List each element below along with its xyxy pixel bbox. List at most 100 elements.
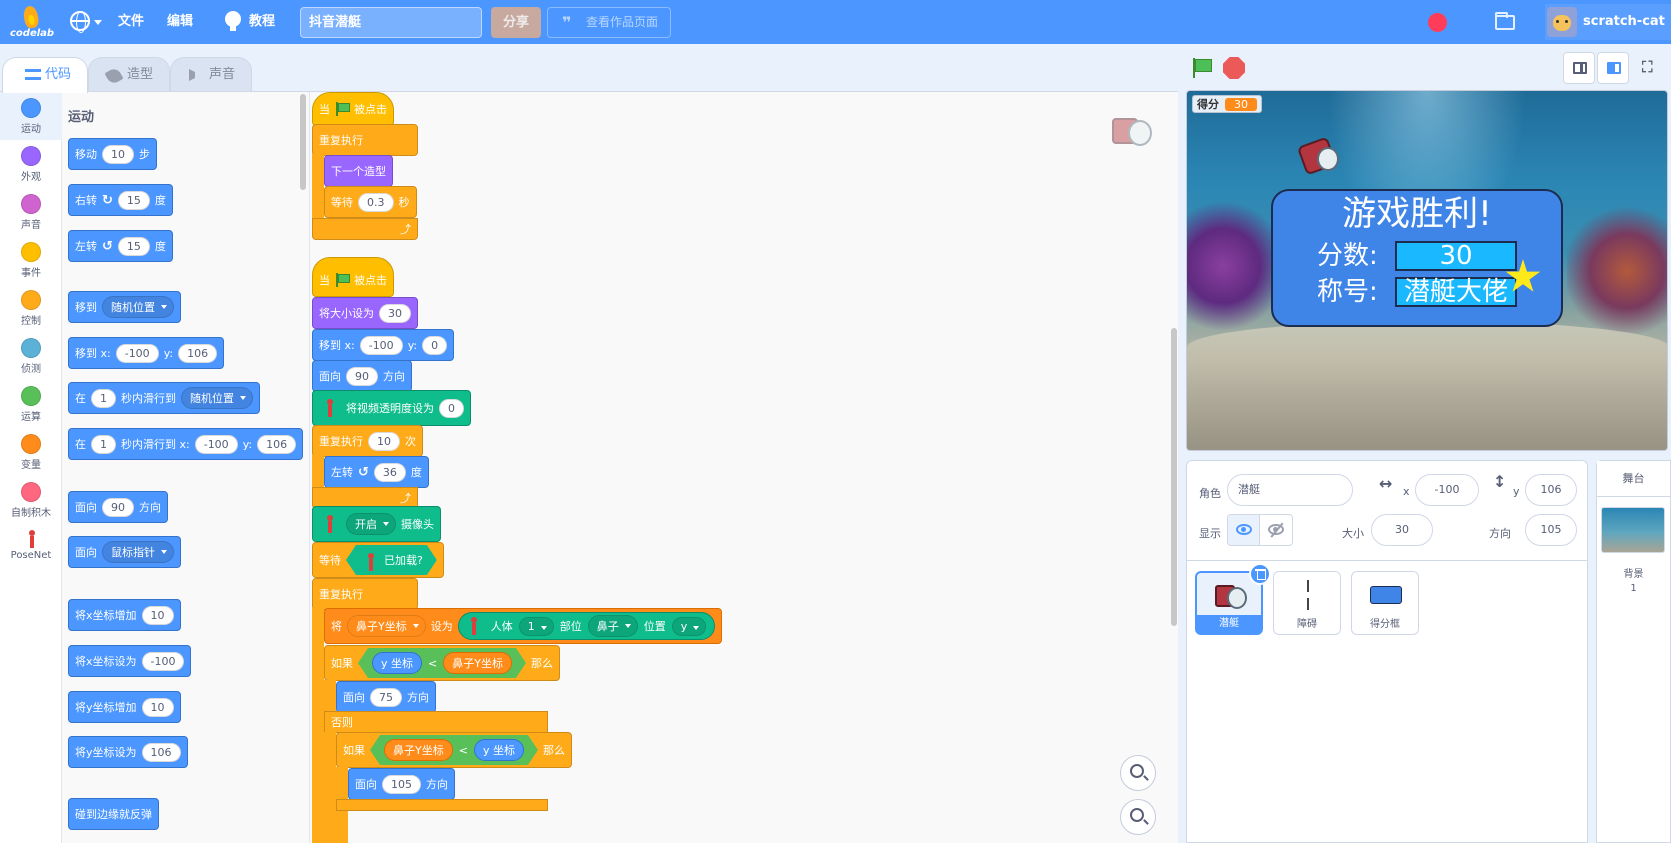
category-control[interactable]: 控制 — [0, 284, 62, 332]
variable-dropdown[interactable]: 鼻子Y坐标 — [347, 615, 426, 637]
y-position-reporter[interactable]: y 坐标 — [372, 652, 422, 674]
menu-tutorial[interactable]: 教程 — [249, 0, 275, 44]
sprite-name-input[interactable]: 潜艇 — [1227, 474, 1353, 506]
category-sound[interactable]: 声音 — [0, 188, 62, 236]
block-set-y[interactable]: 将y坐标设为 106 — [68, 736, 188, 768]
block-input[interactable]: 10 — [141, 697, 174, 717]
block-goto-xy[interactable]: 移到 x: -100 y: 106 — [68, 337, 225, 369]
block-turn-left[interactable]: 左转 ↺ 15 度 — [68, 230, 173, 262]
block-input[interactable]: 0 — [439, 398, 464, 418]
sprite-tile-obstacle[interactable]: 障碍 — [1273, 571, 1341, 635]
block-dropdown[interactable]: 开启 — [346, 513, 396, 535]
block-dropdown[interactable]: y — [671, 616, 707, 636]
block-forever[interactable]: 重复执行 — [312, 578, 418, 610]
y-position-reporter[interactable]: y 坐标 — [474, 739, 524, 761]
record-icon[interactable] — [1428, 13, 1447, 32]
block-input[interactable]: 106 — [257, 434, 297, 454]
stage-selector[interactable]: 舞台 背景 1 — [1596, 460, 1671, 843]
large-stage-button[interactable] — [1597, 52, 1629, 84]
block-when-flag-clicked[interactable]: 当 被点击 — [312, 92, 394, 126]
block-input[interactable]: 1 — [91, 434, 116, 454]
block-input[interactable]: 105 — [382, 774, 421, 794]
block-turn-camera[interactable]: 开启 摄像头 — [312, 506, 441, 542]
block-input[interactable]: 106 — [141, 742, 181, 762]
block-next-costume[interactable]: 下一个造型 — [324, 155, 393, 187]
less-than-operator[interactable]: y 坐标 < 鼻子Y坐标 — [358, 648, 526, 678]
block-dropdown[interactable]: 随机位置 — [102, 296, 174, 318]
view-project-page-button[interactable]: ❞ 查看作品页面 — [547, 7, 671, 38]
sprite-tile-submarine[interactable]: 潜艇 — [1195, 563, 1271, 635]
block-input[interactable]: 75 — [370, 687, 402, 707]
variable-reporter[interactable]: 鼻子Y坐标 — [384, 739, 453, 761]
block-input[interactable]: 0.3 — [358, 192, 394, 212]
stop-button[interactable] — [1223, 57, 1245, 79]
tab-code[interactable]: 代码 — [2, 57, 88, 93]
project-title-input[interactable]: 抖音潜艇 — [300, 7, 482, 38]
block-input[interactable]: 30 — [379, 303, 411, 323]
tab-costumes[interactable]: 造型 — [88, 57, 170, 92]
block-set-video-transparency[interactable]: 将视频透明度设为 0 — [312, 390, 471, 426]
script-workspace[interactable]: 当 被点击 重复执行 下一个造型 等待 0.3 秒 ⤴ 当 被点击 将大小设为 … — [310, 92, 1178, 843]
block-forever[interactable]: 重复执行 — [312, 124, 418, 156]
block-input[interactable]: 36 — [373, 462, 406, 482]
block-dropdown[interactable]: 随机位置 — [181, 387, 253, 409]
category-posenet[interactable]: PoseNet — [0, 524, 62, 572]
direction-input[interactable]: 105 — [1525, 514, 1577, 546]
block-point-towards[interactable]: 面向 鼠标指针 — [68, 536, 181, 568]
block-point-direction[interactable]: 面向 90 方向 — [68, 491, 168, 523]
x-position-input[interactable]: -100 — [1415, 474, 1479, 506]
language-globe-icon[interactable] — [70, 11, 90, 33]
stage-canvas[interactable]: 得分 30 游戏胜利! 分数: 30 称号: 潜艇大佬 — [1186, 90, 1668, 451]
block-glide-to[interactable]: 在 1 秒内滑行到 随机位置 — [68, 382, 260, 414]
block-input[interactable]: 15 — [117, 236, 150, 256]
category-events[interactable]: 事件 — [0, 236, 62, 284]
menu-file[interactable]: 文件 — [118, 0, 144, 44]
block-input[interactable]: 0 — [422, 335, 448, 355]
score-monitor[interactable]: 得分 30 — [1192, 95, 1262, 113]
block-set-size[interactable]: 将大小设为 30 — [312, 297, 418, 329]
category-my-blocks[interactable]: 自制积木 — [0, 476, 62, 524]
block-input[interactable]: -100 — [115, 343, 159, 363]
block-input[interactable]: 10 — [368, 431, 400, 451]
block-set-variable[interactable]: 将 鼻子Y坐标 设为 人体 1 部位 鼻子 位置 y — [324, 608, 723, 644]
green-flag-button[interactable] — [1190, 56, 1214, 80]
category-looks[interactable]: 外观 — [0, 140, 62, 188]
submarine-sprite[interactable] — [1295, 133, 1339, 179]
category-operators[interactable]: 运算 — [0, 380, 62, 428]
block-goto-xy[interactable]: 移到 x: -100 y: 0 — [312, 329, 455, 361]
less-than-operator[interactable]: 鼻子Y坐标 < y 坐标 — [370, 735, 538, 765]
block-when-flag-clicked[interactable]: 当 被点击 — [312, 257, 394, 297]
zoom-in-button[interactable] — [1120, 755, 1156, 791]
codelab-logo[interactable]: codelab — [10, 4, 54, 40]
delete-sprite-icon[interactable] — [1249, 563, 1271, 585]
category-variables[interactable]: 变量 — [0, 428, 62, 476]
block-if[interactable]: 如果 鼻子Y坐标 < y 坐标 那么 — [336, 732, 572, 768]
menu-edit[interactable]: 编辑 — [167, 0, 193, 44]
block-change-x[interactable]: 将x坐标增加 10 — [68, 599, 181, 631]
block-dropdown[interactable]: 1 — [518, 616, 554, 636]
variable-reporter[interactable]: 鼻子Y坐标 — [443, 652, 512, 674]
posenet-reporter[interactable]: 人体 1 部位 鼻子 位置 y — [457, 612, 716, 640]
chevron-down-icon[interactable] — [94, 20, 102, 25]
share-button[interactable]: 分享 — [491, 7, 541, 38]
block-input[interactable]: 10 — [141, 605, 174, 625]
category-motion[interactable]: 运动 — [0, 92, 62, 140]
folder-icon[interactable] — [1495, 12, 1515, 30]
show-button[interactable] — [1228, 515, 1261, 545]
block-wait-until[interactable]: 等待 已加载? — [312, 542, 444, 578]
block-input[interactable]: 1 — [91, 388, 116, 408]
zoom-out-button[interactable] — [1120, 799, 1156, 835]
block-if-else[interactable]: 如果 y 坐标 < 鼻子Y坐标 那么 — [324, 645, 560, 681]
block-move-steps[interactable]: 移动 10 步 — [68, 138, 157, 170]
block-input[interactable]: 15 — [117, 190, 150, 210]
block-input[interactable]: -100 — [141, 651, 185, 671]
block-repeat[interactable]: 重复执行 10 次 — [312, 425, 423, 457]
victory-panel[interactable]: 游戏胜利! 分数: 30 称号: 潜艇大佬 — [1271, 189, 1563, 327]
block-input[interactable]: -100 — [194, 434, 238, 454]
block-bounce-edge[interactable]: 碰到边缘就反弹 — [68, 798, 159, 830]
category-sensing[interactable]: 侦测 — [0, 332, 62, 380]
user-menu[interactable]: scratch-cat — [1545, 4, 1671, 40]
lightbulb-icon[interactable] — [225, 11, 241, 31]
block-glide-xy[interactable]: 在 1 秒内滑行到 x: -100 y: 106 — [68, 428, 304, 460]
block-input[interactable]: 106 — [178, 343, 218, 363]
